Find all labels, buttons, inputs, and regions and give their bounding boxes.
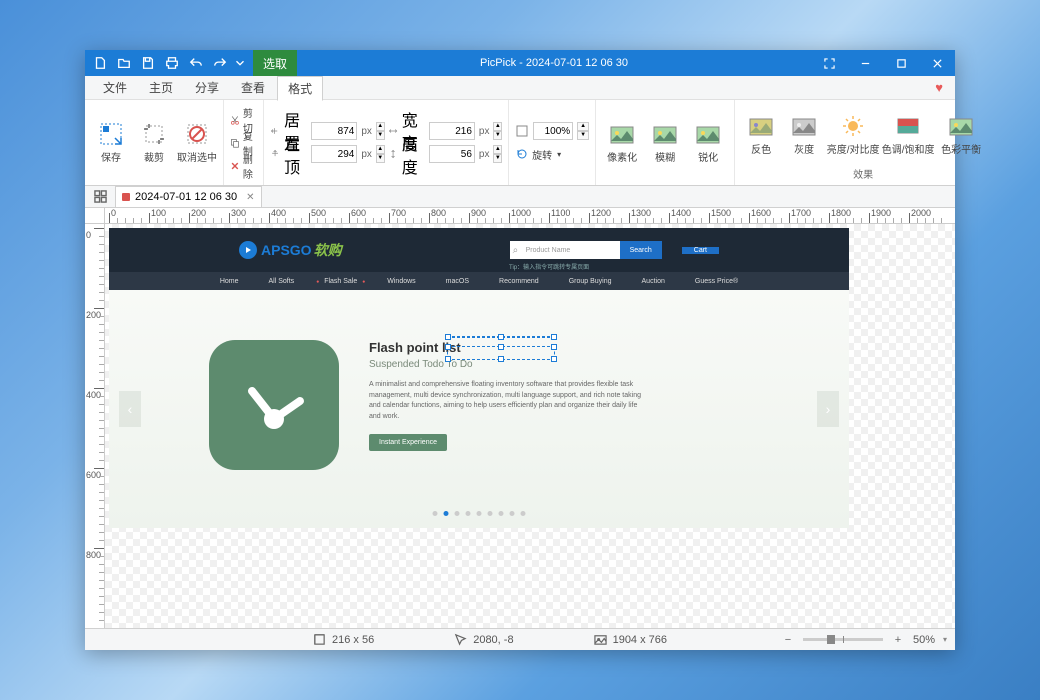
dropdown-icon[interactable] [233, 52, 247, 74]
menu-home[interactable]: 主页 [139, 76, 183, 99]
undo-icon[interactable] [185, 52, 207, 74]
hero-description: A minimalist and comprehensive floating … [369, 380, 649, 422]
workspace: 0100200300400500600700800900100011001200… [85, 208, 955, 628]
save-button[interactable]: 保存 [91, 121, 131, 164]
width-spinner[interactable]: ▲▼ [493, 122, 502, 140]
titlebar: 选取 PicPick - 2024-07-01 12 06 30 [85, 50, 955, 76]
save-icon[interactable] [137, 52, 159, 74]
zoom-in-button[interactable]: + [891, 634, 905, 646]
height-input[interactable] [429, 145, 475, 163]
new-icon[interactable] [89, 52, 111, 74]
app-window: 选取 PicPick - 2024-07-01 12 06 30 文件 主页 分… [85, 50, 955, 650]
ribbon: 保存 裁剪 取消选中 剪切 复制 删除 居左px▲▼ 置顶px▲▼ [85, 100, 955, 186]
cart-button: Cart [682, 247, 719, 254]
height-spinner[interactable]: ▲▼ [493, 145, 502, 163]
hue-button[interactable]: 色调/饱和度 [882, 113, 934, 156]
zoom-dropdown-icon[interactable]: ▾ [943, 635, 947, 644]
logo-icon [239, 241, 257, 259]
heart-icon[interactable]: ♥ [935, 80, 943, 95]
brightness-button[interactable]: 亮度/对比度 [827, 113, 879, 156]
modified-indicator-icon [122, 193, 130, 201]
colorbalance-button[interactable]: 色彩平衡 [937, 113, 985, 156]
zoom-out-button[interactable]: − [781, 634, 795, 646]
window-title: PicPick - 2024-07-01 12 06 30 [297, 57, 811, 69]
maximize-icon[interactable] [883, 50, 919, 76]
webpage-header: APSGO软购 Product Name Search Cart Tip：输入指… [109, 228, 849, 272]
ruler-horizontal[interactable]: 0100200300400500600700800900100011001200… [105, 208, 955, 224]
invert-button[interactable]: 反色 [741, 113, 781, 156]
width-input[interactable] [429, 122, 475, 140]
carousel-next-icon: › [817, 391, 839, 427]
close-icon[interactable] [919, 50, 955, 76]
tab-close-icon[interactable]: ✕ [246, 192, 254, 203]
webpage-nav: HomeAll SoftsFlash SaleWindowsmacOSRecom… [109, 272, 849, 290]
menu-format[interactable]: 格式 [277, 76, 323, 101]
height-row: 高度px▲▼ [388, 143, 503, 165]
minimize-icon[interactable] [847, 50, 883, 76]
thumbnails-icon[interactable] [89, 187, 111, 207]
zoom-spinner[interactable]: ▲▼ [577, 122, 589, 140]
search-input: Product Name [510, 241, 620, 259]
carousel-dots [433, 511, 526, 516]
app-icon [209, 340, 339, 470]
menubar: 文件 主页 分享 查看 格式 ♥ [85, 76, 955, 100]
carousel-prev-icon: ‹ [119, 391, 141, 427]
redo-icon[interactable] [209, 52, 231, 74]
menu-file[interactable]: 文件 [93, 76, 137, 99]
tip-text: Tip：输入指令可跳转专属页面 [509, 262, 589, 271]
ruler-vertical[interactable]: 0200400600800 [85, 224, 105, 628]
menu-view[interactable]: 查看 [231, 76, 275, 99]
logo: APSGO软购 [239, 240, 342, 260]
left-spinner[interactable]: ▲▼ [376, 122, 385, 140]
hero-title: Flash point list [369, 340, 749, 355]
position-top-row: 置顶px▲▼ [270, 143, 385, 165]
zoom-input[interactable] [533, 122, 573, 140]
deselect-button[interactable]: 取消选中 [177, 121, 217, 164]
hero-cta-button: Instant Experience [369, 434, 447, 451]
pixelate-button[interactable]: 像素化 [602, 121, 642, 164]
tabs-row: 2024-07-01 12 06 30 ✕ [85, 186, 955, 208]
selection-mode-label: 选取 [253, 50, 297, 76]
status-selection-size: 216 x 56 [313, 633, 374, 646]
zoom-slider[interactable] [803, 638, 883, 641]
hero-subtitle: Suspended Todo To Do [369, 359, 749, 370]
statusbar: 216 x 56 2080, -8 1904 x 766 − + 50% ▾ [85, 628, 955, 650]
fullscreen-icon[interactable] [811, 50, 847, 76]
status-canvas-size: 1904 x 766 [594, 633, 667, 646]
tab-label: 2024-07-01 12 06 30 [135, 191, 237, 203]
top-spinner[interactable]: ▲▼ [376, 145, 385, 163]
zoom-row: ▲▼ [515, 120, 589, 142]
effects-group-label: 效果 [853, 166, 873, 181]
open-icon[interactable] [113, 52, 135, 74]
webpage-hero: ‹ › Flash point list Suspended Todo To D… [109, 290, 849, 528]
delete-button[interactable]: 删除 [230, 155, 257, 177]
ruler-corner [85, 208, 105, 224]
status-cursor-position: 2080, -8 [454, 633, 513, 646]
zoom-percent: 50% [913, 634, 935, 646]
page-image: APSGO软购 Product Name Search Cart Tip：输入指… [109, 228, 849, 528]
blur-button[interactable]: 模糊 [645, 121, 685, 164]
search-button: Search [620, 241, 662, 259]
grayscale-button[interactable]: 灰度 [784, 113, 824, 156]
document-tab[interactable]: 2024-07-01 12 06 30 ✕ [115, 186, 262, 207]
rotate-button[interactable]: 旋转▾ [515, 143, 589, 165]
sharpen-button[interactable]: 锐化 [688, 121, 728, 164]
left-input[interactable] [311, 122, 357, 140]
top-input[interactable] [311, 145, 357, 163]
canvas[interactable]: APSGO软购 Product Name Search Cart Tip：输入指… [105, 224, 955, 628]
menu-share[interactable]: 分享 [185, 76, 229, 99]
crop-button[interactable]: 裁剪 [134, 121, 174, 164]
print-icon[interactable] [161, 52, 183, 74]
